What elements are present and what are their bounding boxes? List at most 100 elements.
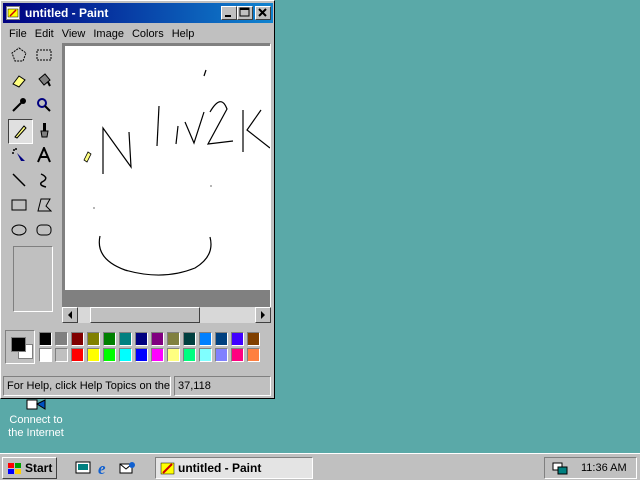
- color-palette: [5, 330, 267, 366]
- foreground-color-swatch[interactable]: [11, 337, 26, 352]
- fill-tool[interactable]: [33, 69, 56, 92]
- minimize-button[interactable]: [221, 6, 237, 20]
- menu-bar: File Edit View Image Colors Help: [5, 25, 198, 43]
- menu-colors[interactable]: Colors: [128, 25, 168, 43]
- palette-swatch[interactable]: [167, 332, 180, 346]
- palette-swatch[interactable]: [183, 348, 196, 362]
- palette-swatch[interactable]: [103, 348, 116, 362]
- status-help-text: For Help, click Help Topics on the Help …: [3, 376, 171, 396]
- palette-swatch[interactable]: [119, 332, 132, 346]
- palette-swatch[interactable]: [167, 348, 180, 362]
- rounded-rect-tool[interactable]: [33, 219, 56, 242]
- tool-options-panel[interactable]: [13, 246, 53, 312]
- brush-tool[interactable]: [33, 119, 56, 142]
- rounded-rect-icon: [36, 224, 52, 236]
- start-button[interactable]: Start: [2, 457, 57, 479]
- rectangle-icon: [11, 199, 27, 211]
- close-icon: [258, 8, 267, 17]
- palette-swatch[interactable]: [119, 348, 132, 362]
- connect-internet-icon: [25, 398, 47, 412]
- horizontal-scrollbar[interactable]: [62, 307, 271, 323]
- palette-swatch[interactable]: [247, 332, 260, 346]
- palette-swatch[interactable]: [231, 332, 244, 346]
- canvas-area: [62, 43, 271, 323]
- polygon-tool[interactable]: [33, 194, 56, 217]
- outlook-express-icon[interactable]: [118, 459, 136, 477]
- clock[interactable]: 11:36 AM: [581, 462, 627, 474]
- pencil-tool[interactable]: [8, 119, 33, 144]
- brush-icon: [40, 123, 49, 138]
- taskbar: Start e untitled - Paint 11:36 AM: [0, 453, 640, 480]
- color-picker-tool[interactable]: [8, 94, 31, 117]
- desktop-icon-connect-internet[interactable]: Connect to the Internet: [0, 398, 72, 440]
- palette-swatch[interactable]: [199, 348, 212, 362]
- drawing-canvas[interactable]: [65, 46, 271, 290]
- palette-swatch[interactable]: [87, 348, 100, 362]
- maximize-button[interactable]: [237, 6, 253, 20]
- paint-window: untitled - Paint File Edit View Image Colors…: [0, 0, 275, 399]
- canvas-drawing: [83, 69, 271, 276]
- system-tray: 11:36 AM: [544, 457, 637, 479]
- internet-explorer-icon[interactable]: e: [96, 459, 114, 478]
- palette-swatch[interactable]: [87, 332, 100, 346]
- palette-swatch[interactable]: [71, 348, 84, 362]
- palette-swatch[interactable]: [247, 348, 260, 362]
- palette-swatch[interactable]: [55, 348, 68, 362]
- windows-logo-icon: [8, 463, 21, 474]
- paint-app-icon[interactable]: [6, 6, 20, 20]
- minimize-icon: [225, 15, 231, 17]
- window-title: untitled - Paint: [25, 6, 109, 20]
- magnifier-tool[interactable]: [33, 94, 56, 117]
- status-bar: For Help, click Help Topics on the Help …: [3, 376, 273, 396]
- palette-swatch[interactable]: [199, 332, 212, 346]
- eraser-tool[interactable]: [8, 69, 31, 92]
- scroll-right-button[interactable]: [255, 307, 271, 323]
- menu-edit[interactable]: Edit: [31, 25, 58, 43]
- taskbar-button-label: untitled - Paint: [178, 461, 262, 475]
- desktop-icon-label-1: Connect to: [9, 414, 63, 426]
- palette-swatch[interactable]: [215, 348, 228, 362]
- arrow-right-icon: [261, 311, 265, 319]
- palette-swatch[interactable]: [135, 332, 148, 346]
- color-picker-icon: [12, 98, 26, 112]
- palette-swatch[interactable]: [55, 332, 68, 346]
- current-colors: [5, 330, 35, 364]
- start-label: Start: [25, 461, 53, 475]
- palette-swatch[interactable]: [135, 348, 148, 362]
- scroll-left-button[interactable]: [62, 307, 78, 323]
- menu-image[interactable]: Image: [89, 25, 128, 43]
- palette-swatch[interactable]: [231, 348, 244, 362]
- menu-help[interactable]: Help: [168, 25, 199, 43]
- airbrush-tool[interactable]: [8, 144, 31, 167]
- palette-swatch[interactable]: [103, 332, 116, 346]
- close-button[interactable]: [255, 6, 271, 20]
- paint-app-icon: [160, 462, 175, 475]
- arrow-left-icon: [68, 311, 72, 319]
- menu-file[interactable]: File: [5, 25, 31, 43]
- palette-swatch[interactable]: [183, 332, 196, 346]
- free-select-tool[interactable]: [8, 44, 31, 67]
- pencil-icon: [14, 125, 27, 139]
- menu-view[interactable]: View: [58, 25, 90, 43]
- status-coordinates: 37,118: [174, 376, 271, 396]
- palette-swatch[interactable]: [215, 332, 228, 346]
- ellipse-tool[interactable]: [8, 219, 31, 242]
- rectangle-tool[interactable]: [8, 194, 31, 217]
- network-tray-icon[interactable]: [551, 460, 569, 479]
- palette-swatch[interactable]: [71, 332, 84, 346]
- maximize-icon: [239, 7, 250, 17]
- text-icon: [37, 147, 51, 163]
- palette-swatch[interactable]: [39, 332, 52, 346]
- curve-tool[interactable]: [33, 169, 56, 192]
- scroll-thumb[interactable]: [90, 307, 200, 323]
- palette-swatch[interactable]: [151, 332, 164, 346]
- show-desktop-icon[interactable]: [74, 459, 92, 477]
- free-select-icon: [11, 47, 27, 62]
- line-tool[interactable]: [8, 169, 31, 192]
- rect-select-tool[interactable]: [33, 44, 56, 67]
- text-tool[interactable]: [33, 144, 56, 167]
- taskbar-button-paint[interactable]: untitled - Paint: [155, 457, 313, 479]
- palette-swatch[interactable]: [151, 348, 164, 362]
- palette-swatch[interactable]: [39, 348, 52, 362]
- title-bar[interactable]: untitled - Paint: [3, 3, 273, 23]
